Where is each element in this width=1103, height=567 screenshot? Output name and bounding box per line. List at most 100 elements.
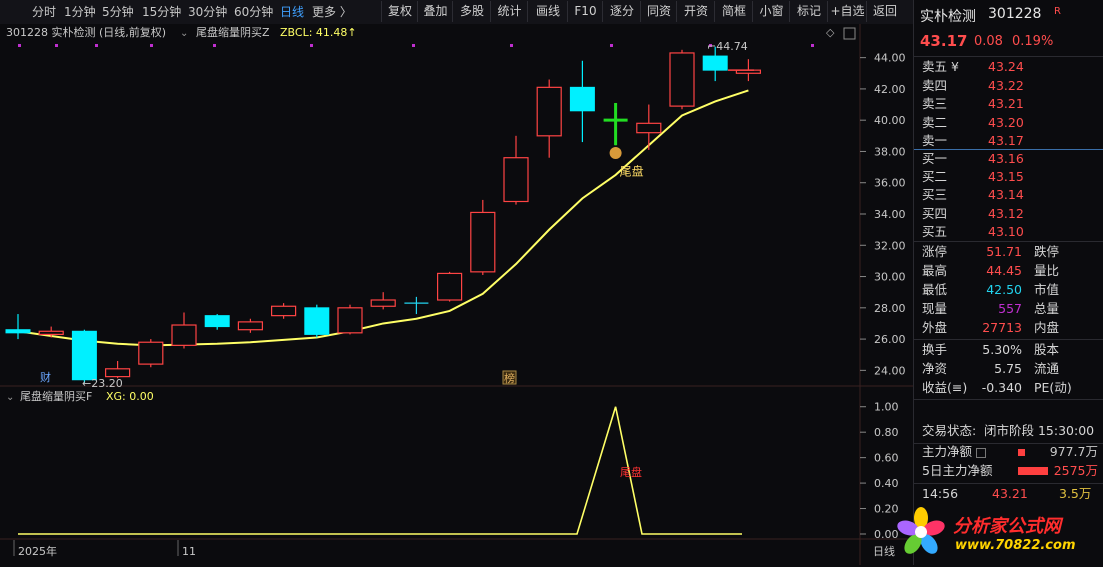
bid-row-1: 买二 43.15 [914, 168, 1103, 186]
sub-indicator-value: XG: 0.00 [106, 390, 154, 403]
sub-ytick-label-3: 0.40 [874, 477, 899, 490]
stat-label2-4: 内盘 [1034, 320, 1060, 335]
ask-row-0: 卖五 ¥ 43.24 [914, 58, 1103, 76]
toolbar-button-7[interactable]: 同资 [640, 1, 677, 22]
money-bag-icon [609, 147, 622, 160]
signal-dot-3 [150, 44, 153, 47]
r-badge: R [1054, 6, 1061, 17]
max-price-label: ⌐44.74 [707, 40, 748, 53]
period-tab-7[interactable]: 更多 〉 [312, 4, 352, 20]
stat2-label2-1: 流通 [1034, 361, 1060, 376]
toolbar-button-12[interactable]: +自选 [827, 1, 867, 22]
toolbar-button-11[interactable]: 标记 [789, 1, 828, 22]
period-tab-0[interactable]: 分时 [32, 4, 56, 20]
ask-price-2: 43.21 [988, 96, 1024, 111]
candle-body-20 [669, 52, 695, 107]
candle-body-10 [337, 307, 363, 334]
toolbar-button-10[interactable]: 小窗 [752, 1, 790, 22]
stat-value-4: 27713 [982, 320, 1022, 335]
quote-panel: 实朴检测 301228 R 43.17 0.08 0.19% 卖五 ¥ 43.24… [913, 0, 1103, 565]
stat2-value-1: 5.75 [994, 361, 1022, 376]
ask-label-4: 卖一 [922, 133, 948, 148]
candle-body-6 [204, 315, 230, 328]
min-price-label: ←23.20 [82, 377, 123, 390]
stat-label-2: 最低 [922, 282, 948, 297]
toolbar-button-6[interactable]: 逐分 [602, 1, 641, 22]
candle-body-19 [636, 122, 662, 134]
last-price: 43.17 [920, 32, 968, 50]
ytick-label-10: 44.00 [874, 52, 906, 65]
toolbar-button-8[interactable]: 开资 [676, 1, 715, 22]
toolbar-button-1[interactable]: 叠加 [417, 1, 453, 22]
signal-dot-4 [213, 44, 216, 47]
toolbar-button-3[interactable]: 统计 [490, 1, 528, 22]
watermark-url: www.70822.com [955, 538, 1076, 553]
bid-label-3: 买四 [922, 205, 948, 221]
diamond-icon: ◇ [826, 26, 835, 39]
bid-label-0: 买一 [922, 151, 948, 166]
bid-row-2: 买三 43.14 [914, 186, 1103, 204]
bid-row-4: 买五 43.10 [914, 223, 1103, 241]
stat-row-3: 现量 557 总量 [914, 300, 1103, 318]
ask-price-3: 43.20 [988, 114, 1024, 130]
stat2-label-1: 净资 [922, 361, 948, 376]
stat2-label-2: 收益(≡) [922, 380, 968, 395]
stat-label2-1: 量比 [1034, 263, 1060, 278]
flow5-bar [1018, 467, 1048, 475]
candle-body-4 [138, 341, 164, 365]
signal-dot-6 [412, 44, 415, 47]
bid-label-1: 买二 [922, 169, 948, 185]
signal-dot-0 [18, 44, 21, 47]
period-tab-3[interactable]: 15分钟 [142, 4, 181, 20]
toolbar-button-5[interactable]: F10 [567, 1, 603, 22]
period-tab-1[interactable]: 1分钟 [64, 4, 96, 20]
ytick-label-6: 36.00 [874, 177, 906, 190]
ask-label-0: 卖五 ¥ [922, 59, 959, 74]
stat-value-1: 44.45 [986, 263, 1022, 278]
stat2-row-0: 换手 5.30% 股本 [914, 341, 1103, 359]
toolbar-button-4[interactable]: 画线 [527, 1, 568, 22]
stat2-row-2: 收益(≡) -0.340 PE(动) [914, 379, 1103, 397]
ask-label-1: 卖四 [922, 77, 948, 93]
toolbar-button-9[interactable]: 简框 [714, 1, 753, 22]
stock-name: 实朴检测 [920, 9, 976, 25]
period-tab-5[interactable]: 60分钟 [234, 4, 273, 20]
candle-body-13 [437, 272, 463, 301]
ask-price-1: 43.22 [988, 77, 1024, 93]
sub-signal-label: 尾盘 [620, 465, 642, 479]
signal-dot-10 [811, 44, 814, 47]
signal-dot-5 [310, 44, 313, 47]
flow-bar [1018, 449, 1025, 456]
stat2-value-0: 5.30% [982, 342, 1022, 357]
stat-value-3: 557 [998, 301, 1022, 316]
candle-body-1 [38, 330, 64, 336]
ask-price-0: 43.24 [988, 59, 1024, 74]
period-tab-2[interactable]: 5分钟 [102, 4, 134, 20]
bid-price-1: 43.15 [988, 169, 1024, 185]
period-tab-6[interactable]: 日线 [280, 4, 304, 20]
candle-body-16 [536, 86, 562, 137]
candle-body-9 [304, 307, 330, 335]
info-icon [976, 448, 986, 458]
watermark-title: 分析家公式网 [953, 516, 1061, 537]
indicator-value: ZBCL: 41.48↑ [280, 26, 357, 39]
kline-chart-area[interactable]: 301228 实朴检测 (日线,前复权) ⌄ 尾盘缩量阴买Z ZBCL: 41.48↑… [0, 24, 913, 565]
chevron-down-icon: ⌄ [180, 28, 188, 39]
ytick-label-8: 40.00 [874, 114, 906, 127]
x-label-year: 2025年 [18, 544, 57, 558]
period-tab-4[interactable]: 30分钟 [188, 4, 227, 20]
toolbar-button-13[interactable]: 返回 [866, 1, 903, 22]
stat2-row-1: 净资 5.75 流通 [914, 360, 1103, 378]
signal-dot-8 [610, 44, 613, 47]
bid-row-3: 买四 43.12 [914, 205, 1103, 223]
sub-ytick-label-0: 1.00 [874, 401, 899, 414]
toolbar-button-2[interactable]: 多股 [452, 1, 491, 22]
ask-label-3: 卖二 [922, 114, 948, 130]
signal-dot-1 [55, 44, 58, 47]
price-change: 0.08 [974, 34, 1003, 49]
stat-row-4: 外盘 27713 内盘 [914, 319, 1103, 337]
ask-price-4: 43.17 [988, 133, 1024, 148]
toolbar-button-0[interactable]: 复权 [381, 1, 418, 22]
ytick-label-3: 30.00 [874, 271, 906, 284]
weipan-marker: 尾盘 [620, 164, 644, 179]
